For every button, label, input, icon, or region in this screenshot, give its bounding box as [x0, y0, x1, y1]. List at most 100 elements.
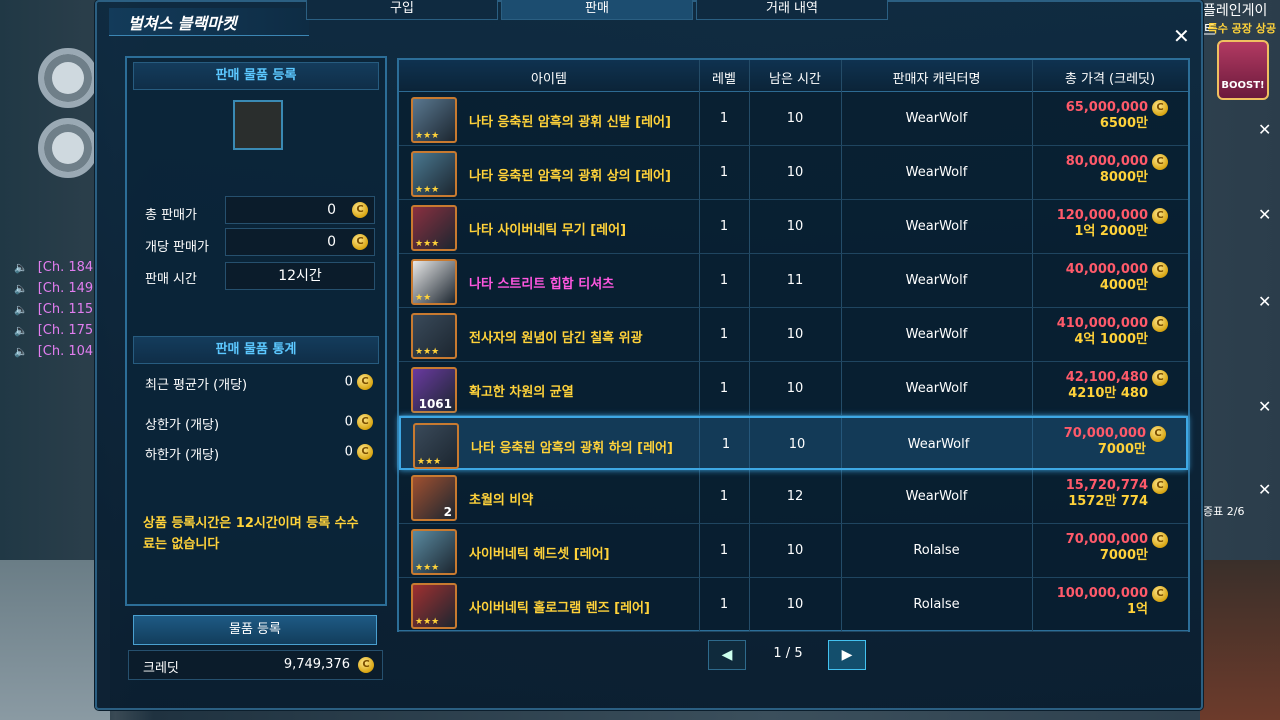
price-short: 1572만 774: [1068, 494, 1148, 509]
seller-name: WearWolf: [907, 437, 970, 452]
register-header: 판매 물품 등록: [133, 62, 379, 90]
item-icon: ★★★: [411, 313, 457, 359]
register-notice: 상품 등록시간은 12시간이며 등록 수수료는 없습니다: [143, 516, 359, 552]
quest-close-icon[interactable]: ✕: [1258, 205, 1271, 224]
tab-sell[interactable]: 판매: [501, 0, 693, 20]
item-name: 전사자의 원념이 담긴 칠흑 위광: [469, 331, 643, 346]
close-icon[interactable]: ✕: [1173, 24, 1190, 48]
world-wheel-icon: [38, 118, 98, 178]
quest-close-icon[interactable]: ✕: [1258, 120, 1271, 139]
item-price: 120,000,000 1억 2000만: [1057, 208, 1148, 240]
remaining-time: 10: [786, 219, 804, 234]
price-value: 70,000,000: [1063, 426, 1146, 441]
table-row[interactable]: ★★★ 나타 응축된 암흑의 광휘 상의 [레어] 1 10 WearWolf 80,00…: [399, 146, 1188, 200]
item-level: 1: [719, 543, 729, 558]
credit-coin-icon: C: [352, 234, 368, 250]
prev-page-button[interactable]: ◀: [708, 640, 746, 670]
table-row[interactable]: ★★★ 나타 응축된 암흑의 광휘 신발 [레어] 1 10 WearWolf 65,00…: [399, 92, 1188, 146]
chat-channel: [Ch. 175: [37, 323, 94, 338]
chat-line: 🔈 [Ch. 104: [14, 341, 104, 362]
credit-coin-icon: C: [357, 444, 373, 460]
item-level: 1: [719, 219, 729, 234]
credit-coin-icon: C: [1150, 426, 1166, 442]
table-row[interactable]: ★★★ 사이버네틱 홀로그램 렌즈 [레어] 1 10 Rolalse 100,000,0…: [399, 578, 1188, 632]
price-short: 4210만 480: [1068, 386, 1148, 401]
table-row[interactable]: 1061 확고한 차원의 균열 1 10 WearWolf 42,100,480 4210만…: [399, 362, 1188, 416]
next-page-button[interactable]: ▶: [828, 640, 866, 670]
item-icon: ★★★: [411, 583, 457, 629]
item-price: 15,720,774 1572만 774: [1066, 478, 1148, 510]
seller-name: WearWolf: [905, 219, 968, 234]
total-price-label: 총 판매가: [145, 208, 197, 223]
item-icon: ★★★: [411, 151, 457, 197]
quest-close-icon[interactable]: ✕: [1258, 397, 1271, 416]
pager: ◀ 1 / 5 ▶: [708, 640, 868, 670]
remaining-time: 10: [786, 327, 804, 342]
lower-price-value: 0 C: [345, 444, 373, 460]
table-row[interactable]: ★★★ 나타 사이버네틱 무기 [레어] 1 10 WearWolf 120,000,00…: [399, 200, 1188, 254]
chat-channel: [Ch. 149: [37, 281, 94, 296]
tab-buy[interactable]: 구입: [306, 0, 498, 20]
credit-coin-icon: C: [352, 202, 368, 218]
credit-coin-icon: C: [358, 657, 374, 673]
remaining-time: 10: [788, 437, 806, 452]
table-row[interactable]: ★★★ 나타 응축된 암흑의 광휘 하의 [레어] 1 10 WearWolf 70,00…: [399, 416, 1188, 470]
recent-avg-label: 최근 평균가 (개당): [145, 378, 248, 393]
credit-coin-icon: C: [1152, 154, 1168, 170]
tab-history[interactable]: 거래 내역: [696, 0, 888, 20]
seller-name: Rolalse: [913, 543, 960, 558]
item-count: 1061: [418, 397, 452, 411]
quest-close-icon[interactable]: ✕: [1258, 480, 1271, 499]
total-price-field[interactable]: 0 C: [225, 196, 375, 224]
recent-avg-value: 0 C: [345, 374, 373, 390]
chat-channel: [Ch. 115: [37, 302, 94, 317]
world-wheel-icon: [38, 48, 98, 108]
credit-coin-icon: C: [1152, 478, 1168, 494]
speaker-icon: 🔈: [14, 324, 28, 337]
chat-line: 🔈 [Ch. 184: [14, 257, 104, 278]
price-short: 7000만: [1099, 548, 1148, 563]
tab-bar: 구입 판매 거래 내역: [306, 0, 891, 20]
register-item-button[interactable]: 물품 등록: [133, 615, 377, 645]
col-time: 남은 시간: [769, 72, 821, 87]
price-value: 100,000,000: [1056, 586, 1148, 601]
price-short: 6500만: [1099, 116, 1148, 131]
rarity-stars: ★★★: [415, 185, 440, 195]
upper-price-label: 상한가 (개당): [145, 418, 220, 433]
item-drop-slot[interactable]: [233, 100, 283, 150]
table-row[interactable]: ★★ 나타 스트리트 힙합 티셔츠 1 11 WearWolf 40,000,000 400…: [399, 254, 1188, 308]
item-icon: 1061: [411, 367, 457, 413]
rarity-stars: ★★★: [415, 347, 440, 357]
price-short: 1억 2000만: [1074, 224, 1148, 239]
rarity-stars: ★★★: [417, 457, 442, 467]
table-row[interactable]: ★★★ 사이버네틱 헤드셋 [레어] 1 10 Rolalse 70,000,000 700…: [399, 524, 1188, 578]
item-name: 사이버네틱 홀로그램 렌즈 [레어]: [469, 601, 650, 616]
sell-time-field[interactable]: 12시간: [225, 262, 375, 290]
speaker-icon: 🔈: [14, 261, 28, 274]
remaining-time: 10: [786, 381, 804, 396]
item-price: 410,000,000 4억 1000만: [1057, 316, 1148, 348]
credit-coin-icon: C: [1152, 316, 1168, 332]
item-price: 40,000,000 4000만: [1066, 262, 1148, 294]
seller-name: WearWolf: [905, 327, 968, 342]
item-name: 나타 사이버네틱 무기 [레어]: [469, 223, 627, 238]
item-level: 1: [719, 165, 729, 180]
rarity-stars: ★★★: [415, 617, 440, 627]
price-short: 8000만: [1099, 170, 1148, 185]
item-price: 42,100,480 4210만 480: [1066, 370, 1148, 402]
price-short: 4억 1000만: [1074, 332, 1148, 347]
table-row[interactable]: 2 초월의 비약 1 12 WearWolf 15,720,774 1572만 774 C: [399, 470, 1188, 524]
unit-price-field[interactable]: 0 C: [225, 228, 375, 256]
item-name: 확고한 차원의 균열: [469, 385, 574, 400]
remaining-time: 10: [786, 165, 804, 180]
item-price: 65,000,000 6500만: [1066, 100, 1148, 132]
col-level: 레벨: [712, 72, 736, 87]
table-row[interactable]: ★★★ 전사자의 원념이 담긴 칠흑 위광 1 10 WearWolf 410,000,0…: [399, 308, 1188, 362]
quest-close-icon[interactable]: ✕: [1258, 292, 1271, 311]
item-level: 1: [719, 327, 729, 342]
item-icon: 2: [411, 475, 457, 521]
boost-button[interactable]: BOOST!: [1217, 40, 1269, 100]
item-level: 1: [719, 111, 729, 126]
price-value: 65,000,000: [1065, 100, 1148, 115]
item-level: 1: [719, 597, 729, 612]
